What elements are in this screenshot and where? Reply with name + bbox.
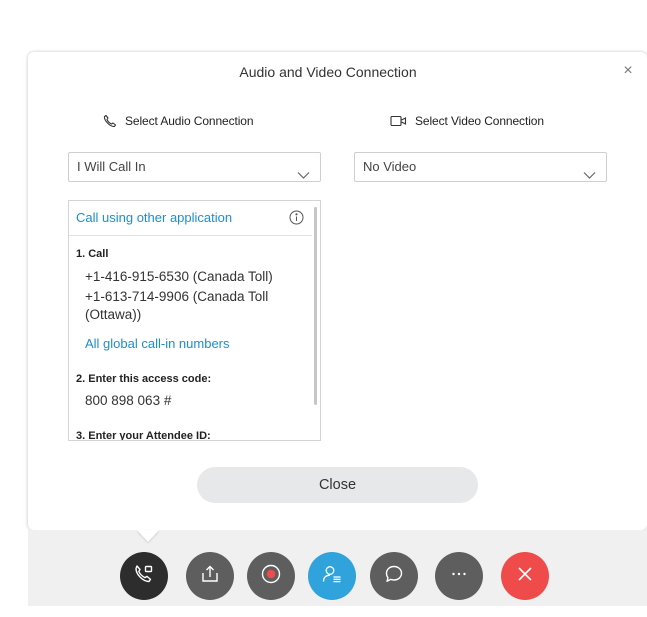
- leave-icon: [514, 563, 536, 590]
- phone-number: +1-613-714-9906 (Canada Toll (Ottawa)): [85, 289, 269, 322]
- video-select-value: No Video: [363, 159, 417, 174]
- record-button[interactable]: [247, 552, 295, 600]
- dialog-title: Audio and Video Connection: [239, 64, 417, 80]
- audio-select-value: I Will Call In: [77, 159, 146, 174]
- video-section-heading: Select Video Connection: [390, 114, 544, 128]
- chat-button[interactable]: [370, 552, 418, 600]
- close-button[interactable]: Close: [197, 467, 478, 503]
- step-attendee-id-label: 3. Enter your Attendee ID:: [76, 430, 211, 441]
- video-section-label: Select Video Connection: [415, 114, 544, 128]
- phone-number: +1-416-915-6530 (Canada Toll): [85, 269, 273, 284]
- chevron-down-icon: [583, 162, 596, 190]
- record-icon: [260, 563, 282, 590]
- audio-section-heading: Select Audio Connection: [103, 114, 254, 128]
- audio-connection-select[interactable]: I Will Call In: [68, 152, 321, 182]
- audio-video-dialog: Audio and Video Connection × Select Audi…: [28, 52, 647, 530]
- meeting-toolbar: [28, 530, 647, 606]
- audio-section-label: Select Audio Connection: [125, 114, 254, 128]
- access-code-value: 800 898 063 #: [85, 393, 172, 408]
- info-icon[interactable]: [289, 210, 304, 230]
- video-connection-select[interactable]: No Video: [354, 152, 607, 182]
- phone-icon: [103, 114, 117, 128]
- call-in-panel: Call using other application 1. Call +1-…: [68, 200, 321, 441]
- call-other-application-link[interactable]: Call using other application: [76, 210, 232, 225]
- share-icon: [199, 563, 221, 590]
- more-options-button[interactable]: [435, 552, 483, 600]
- chevron-down-icon: [297, 162, 310, 190]
- step-call-label: 1. Call: [76, 248, 109, 260]
- dialog-close-button[interactable]: ×: [619, 62, 637, 80]
- call-panel-header: Call using other application: [69, 201, 312, 236]
- audio-connection-button[interactable]: [120, 552, 168, 600]
- participants-icon: [321, 563, 343, 590]
- participants-button[interactable]: [308, 552, 356, 600]
- share-button[interactable]: [186, 552, 234, 600]
- scrollbar-thumb[interactable]: [314, 207, 317, 405]
- camera-icon: [390, 115, 407, 127]
- step-access-code-label: 2. Enter this access code:: [76, 373, 212, 385]
- global-call-in-numbers-link[interactable]: All global call-in numbers: [85, 336, 230, 351]
- leave-meeting-button[interactable]: [501, 552, 549, 600]
- audio-connection-icon: [133, 563, 155, 590]
- more-icon: [448, 563, 470, 590]
- call-panel-scrollbar[interactable]: [312, 201, 320, 440]
- chat-icon: [383, 563, 405, 590]
- dialog-pointer: [137, 530, 159, 542]
